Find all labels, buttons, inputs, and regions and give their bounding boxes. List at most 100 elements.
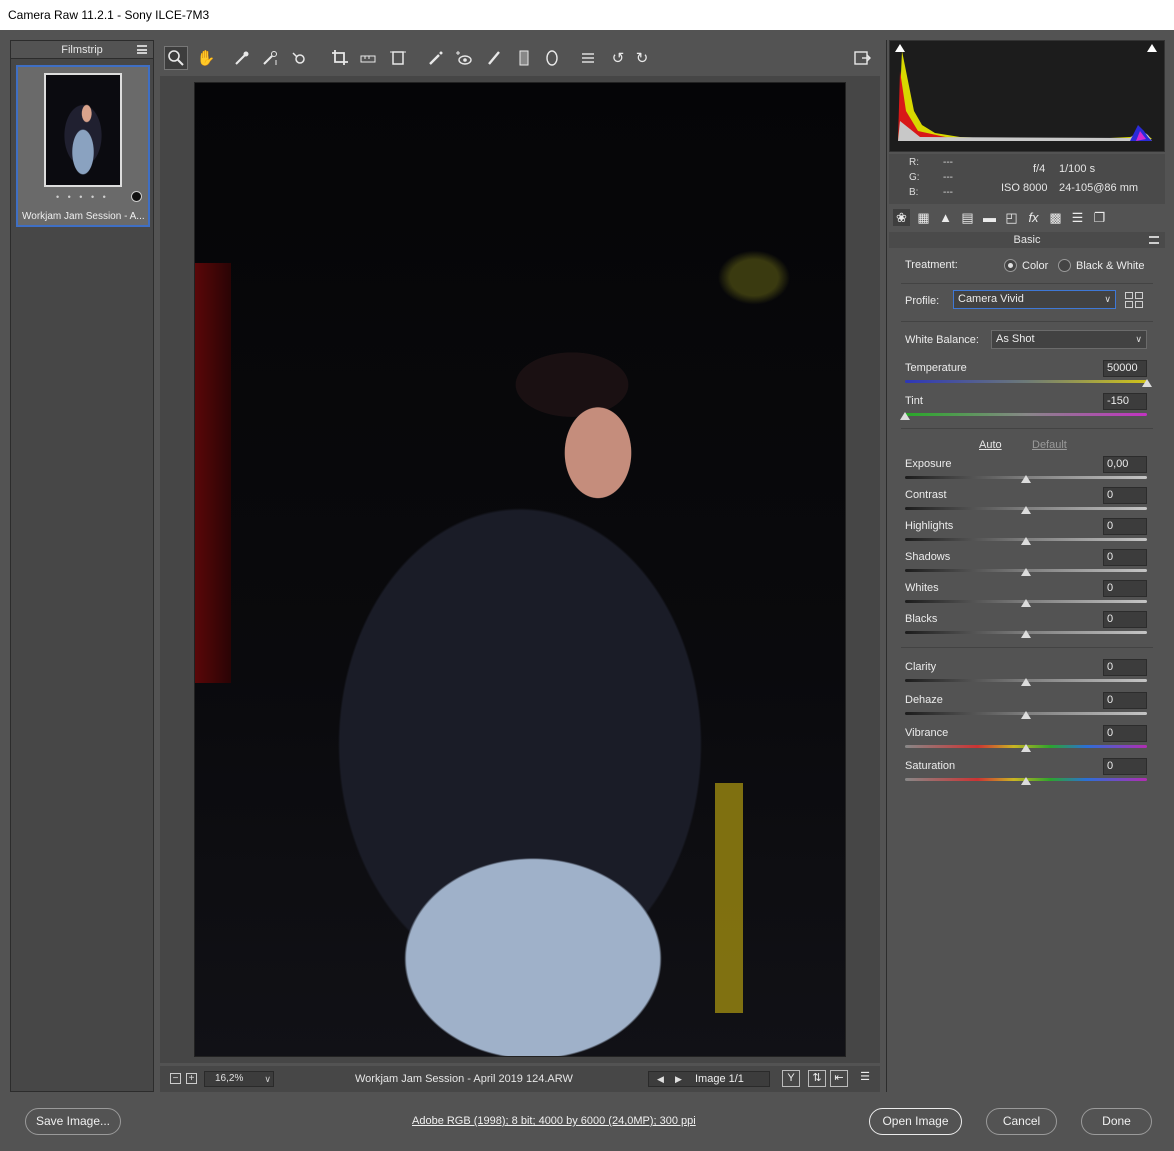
shadows-slider-handle[interactable] bbox=[1021, 568, 1031, 576]
dehaze-label: Dehaze bbox=[905, 694, 943, 706]
toggle-fullscreen-icon[interactable] bbox=[850, 46, 874, 70]
red-eye-tool-icon[interactable] bbox=[452, 46, 476, 70]
open-image-button[interactable]: Open Image bbox=[869, 1108, 962, 1135]
rotate-right-icon[interactable]: ↻ bbox=[630, 46, 654, 70]
treatment-color-radio[interactable] bbox=[1004, 259, 1017, 272]
filmstrip-thumbnail[interactable]: • • • • • Workjam Jam Session - A... bbox=[16, 65, 150, 227]
dehaze-slider-handle[interactable] bbox=[1021, 711, 1031, 719]
clarity-label: Clarity bbox=[905, 661, 937, 673]
filmstrip-header: Filmstrip bbox=[11, 41, 153, 59]
edited-badge-icon bbox=[131, 191, 142, 202]
before-after-icon[interactable]: Y bbox=[782, 1070, 800, 1087]
zoom-in-button[interactable]: + bbox=[186, 1073, 197, 1084]
clarity-value-field[interactable]: 0 bbox=[1103, 659, 1147, 676]
auto-link[interactable]: Auto bbox=[979, 439, 1002, 451]
whites-value-field[interactable]: 0 bbox=[1103, 580, 1147, 597]
tint-slider-track[interactable] bbox=[905, 413, 1147, 416]
next-image-icon[interactable]: ▶ bbox=[675, 1074, 683, 1084]
filmstrip-menu-icon[interactable] bbox=[137, 45, 147, 54]
profile-dropdown[interactable]: Camera Vivid ∨ bbox=[953, 290, 1116, 309]
lens-corrections-tab-icon[interactable]: ◰ bbox=[1003, 209, 1020, 226]
crop-tool-icon[interactable] bbox=[328, 46, 352, 70]
detail-tab-icon[interactable]: ▲ bbox=[937, 209, 954, 226]
vibrance-value-field[interactable]: 0 bbox=[1103, 725, 1147, 742]
treatment-bw-radio[interactable] bbox=[1058, 259, 1071, 272]
treatment-color-label[interactable]: Color bbox=[1022, 260, 1048, 272]
treatment-bw-label[interactable]: Black & White bbox=[1076, 260, 1144, 272]
temperature-label: Temperature bbox=[905, 362, 967, 374]
tone-curve-tab-icon[interactable]: ▦ bbox=[915, 209, 932, 226]
transform-tool-icon[interactable] bbox=[386, 46, 410, 70]
rotate-left-icon[interactable]: ↺ bbox=[606, 46, 630, 70]
contrast-slider-handle[interactable] bbox=[1021, 506, 1031, 514]
shadows-label: Shadows bbox=[905, 551, 951, 563]
saturation-label: Saturation bbox=[905, 760, 956, 772]
profile-browser-icon[interactable] bbox=[1125, 292, 1143, 308]
basic-tab-icon[interactable]: ❀ bbox=[893, 209, 910, 226]
temperature-value-field[interactable]: 50000 bbox=[1103, 360, 1147, 377]
camera-calibration-tab-icon[interactable]: ▩ bbox=[1047, 209, 1064, 226]
highlights-slider-handle[interactable] bbox=[1021, 537, 1031, 545]
toggle-settings-icon[interactable]: ☰ bbox=[856, 1070, 874, 1087]
panel-menu-icon[interactable] bbox=[1149, 236, 1159, 244]
exposure-slider-handle[interactable] bbox=[1021, 475, 1031, 483]
save-image-button[interactable]: Save Image... bbox=[25, 1108, 121, 1135]
lens: 24-105@86 mm bbox=[1059, 182, 1139, 194]
saturation-value-field[interactable]: 0 bbox=[1103, 758, 1147, 775]
photo-preview[interactable] bbox=[194, 82, 846, 1057]
clarity-slider-handle[interactable] bbox=[1021, 678, 1031, 686]
radial-filter-icon[interactable] bbox=[540, 46, 564, 70]
contrast-value-field[interactable]: 0 bbox=[1103, 487, 1147, 504]
spot-removal-tool-icon[interactable] bbox=[424, 46, 448, 70]
effects-tab-icon[interactable]: fx bbox=[1025, 209, 1042, 226]
blacks-value-field[interactable]: 0 bbox=[1103, 611, 1147, 628]
hand-tool-icon[interactable]: ✋ bbox=[194, 46, 218, 70]
thumbnail-image[interactable] bbox=[44, 73, 122, 187]
highlight-clipping-warning-icon[interactable] bbox=[1146, 43, 1158, 53]
chevron-down-icon: ∨ bbox=[1104, 294, 1111, 304]
shadow-clipping-warning-icon[interactable] bbox=[894, 43, 906, 53]
color-sampler-tool-icon[interactable] bbox=[258, 46, 282, 70]
whites-label: Whites bbox=[905, 582, 939, 594]
shadows-value-field[interactable]: 0 bbox=[1103, 549, 1147, 566]
bottom-bar: Save Image... Adobe RGB (1998); 8 bit; 4… bbox=[0, 1098, 1174, 1151]
white-balance-tool-icon[interactable] bbox=[230, 46, 254, 70]
tint-slider-handle[interactable] bbox=[900, 412, 910, 420]
hsl-tab-icon[interactable]: ▤ bbox=[959, 209, 976, 226]
presets-tab-icon[interactable]: ☰ bbox=[1069, 209, 1086, 226]
profile-value: Camera Vivid bbox=[958, 293, 1024, 305]
split-toning-tab-icon[interactable]: ▬ bbox=[981, 209, 998, 226]
saturation-slider-handle[interactable] bbox=[1021, 777, 1031, 785]
highlights-label: Highlights bbox=[905, 520, 954, 532]
blacks-slider-handle[interactable] bbox=[1021, 630, 1031, 638]
whites-slider-handle[interactable] bbox=[1021, 599, 1031, 607]
tint-value-field[interactable]: -150 bbox=[1103, 393, 1147, 410]
graduated-filter-icon[interactable] bbox=[512, 46, 536, 70]
cancel-button[interactable]: Cancel bbox=[986, 1108, 1057, 1135]
zoom-out-button[interactable]: − bbox=[170, 1073, 181, 1084]
image-preview-area[interactable] bbox=[160, 76, 880, 1063]
dehaze-value-field[interactable]: 0 bbox=[1103, 692, 1147, 709]
adjustment-brush-icon[interactable] bbox=[482, 46, 506, 70]
default-link[interactable]: Default bbox=[1032, 439, 1067, 451]
white-balance-dropdown[interactable]: As Shot ∨ bbox=[991, 330, 1147, 349]
exposure-value-field[interactable]: 0,00 bbox=[1103, 456, 1147, 473]
snapshots-tab-icon[interactable]: ❐ bbox=[1091, 209, 1108, 226]
rating-dots[interactable]: • • • • • bbox=[56, 192, 109, 202]
zoom-tool-icon[interactable] bbox=[164, 46, 188, 70]
preferences-icon[interactable] bbox=[576, 46, 600, 70]
previous-image-icon[interactable]: ◀ bbox=[657, 1074, 665, 1084]
zoom-level-select[interactable]: 16,2% ∨ bbox=[204, 1071, 274, 1087]
targeted-adjustment-tool-icon[interactable] bbox=[288, 46, 312, 70]
swap-settings-icon[interactable]: ⇅ bbox=[808, 1070, 826, 1087]
exposure-label: Exposure bbox=[905, 458, 952, 470]
highlights-value-field[interactable]: 0 bbox=[1103, 518, 1147, 535]
done-button[interactable]: Done bbox=[1081, 1108, 1152, 1135]
workflow-options-link[interactable]: Adobe RGB (1998); 8 bit; 4000 by 6000 (2… bbox=[412, 1115, 696, 1127]
straighten-tool-icon[interactable] bbox=[356, 46, 380, 70]
temperature-slider-track[interactable] bbox=[905, 380, 1147, 383]
copy-settings-icon[interactable]: ⇤ bbox=[830, 1070, 848, 1087]
temperature-slider-handle[interactable] bbox=[1142, 379, 1152, 387]
vibrance-slider-handle[interactable] bbox=[1021, 744, 1031, 752]
pixel-readout: R: --- G: --- B: --- f/4 1/100 s ISO 800… bbox=[889, 154, 1165, 204]
